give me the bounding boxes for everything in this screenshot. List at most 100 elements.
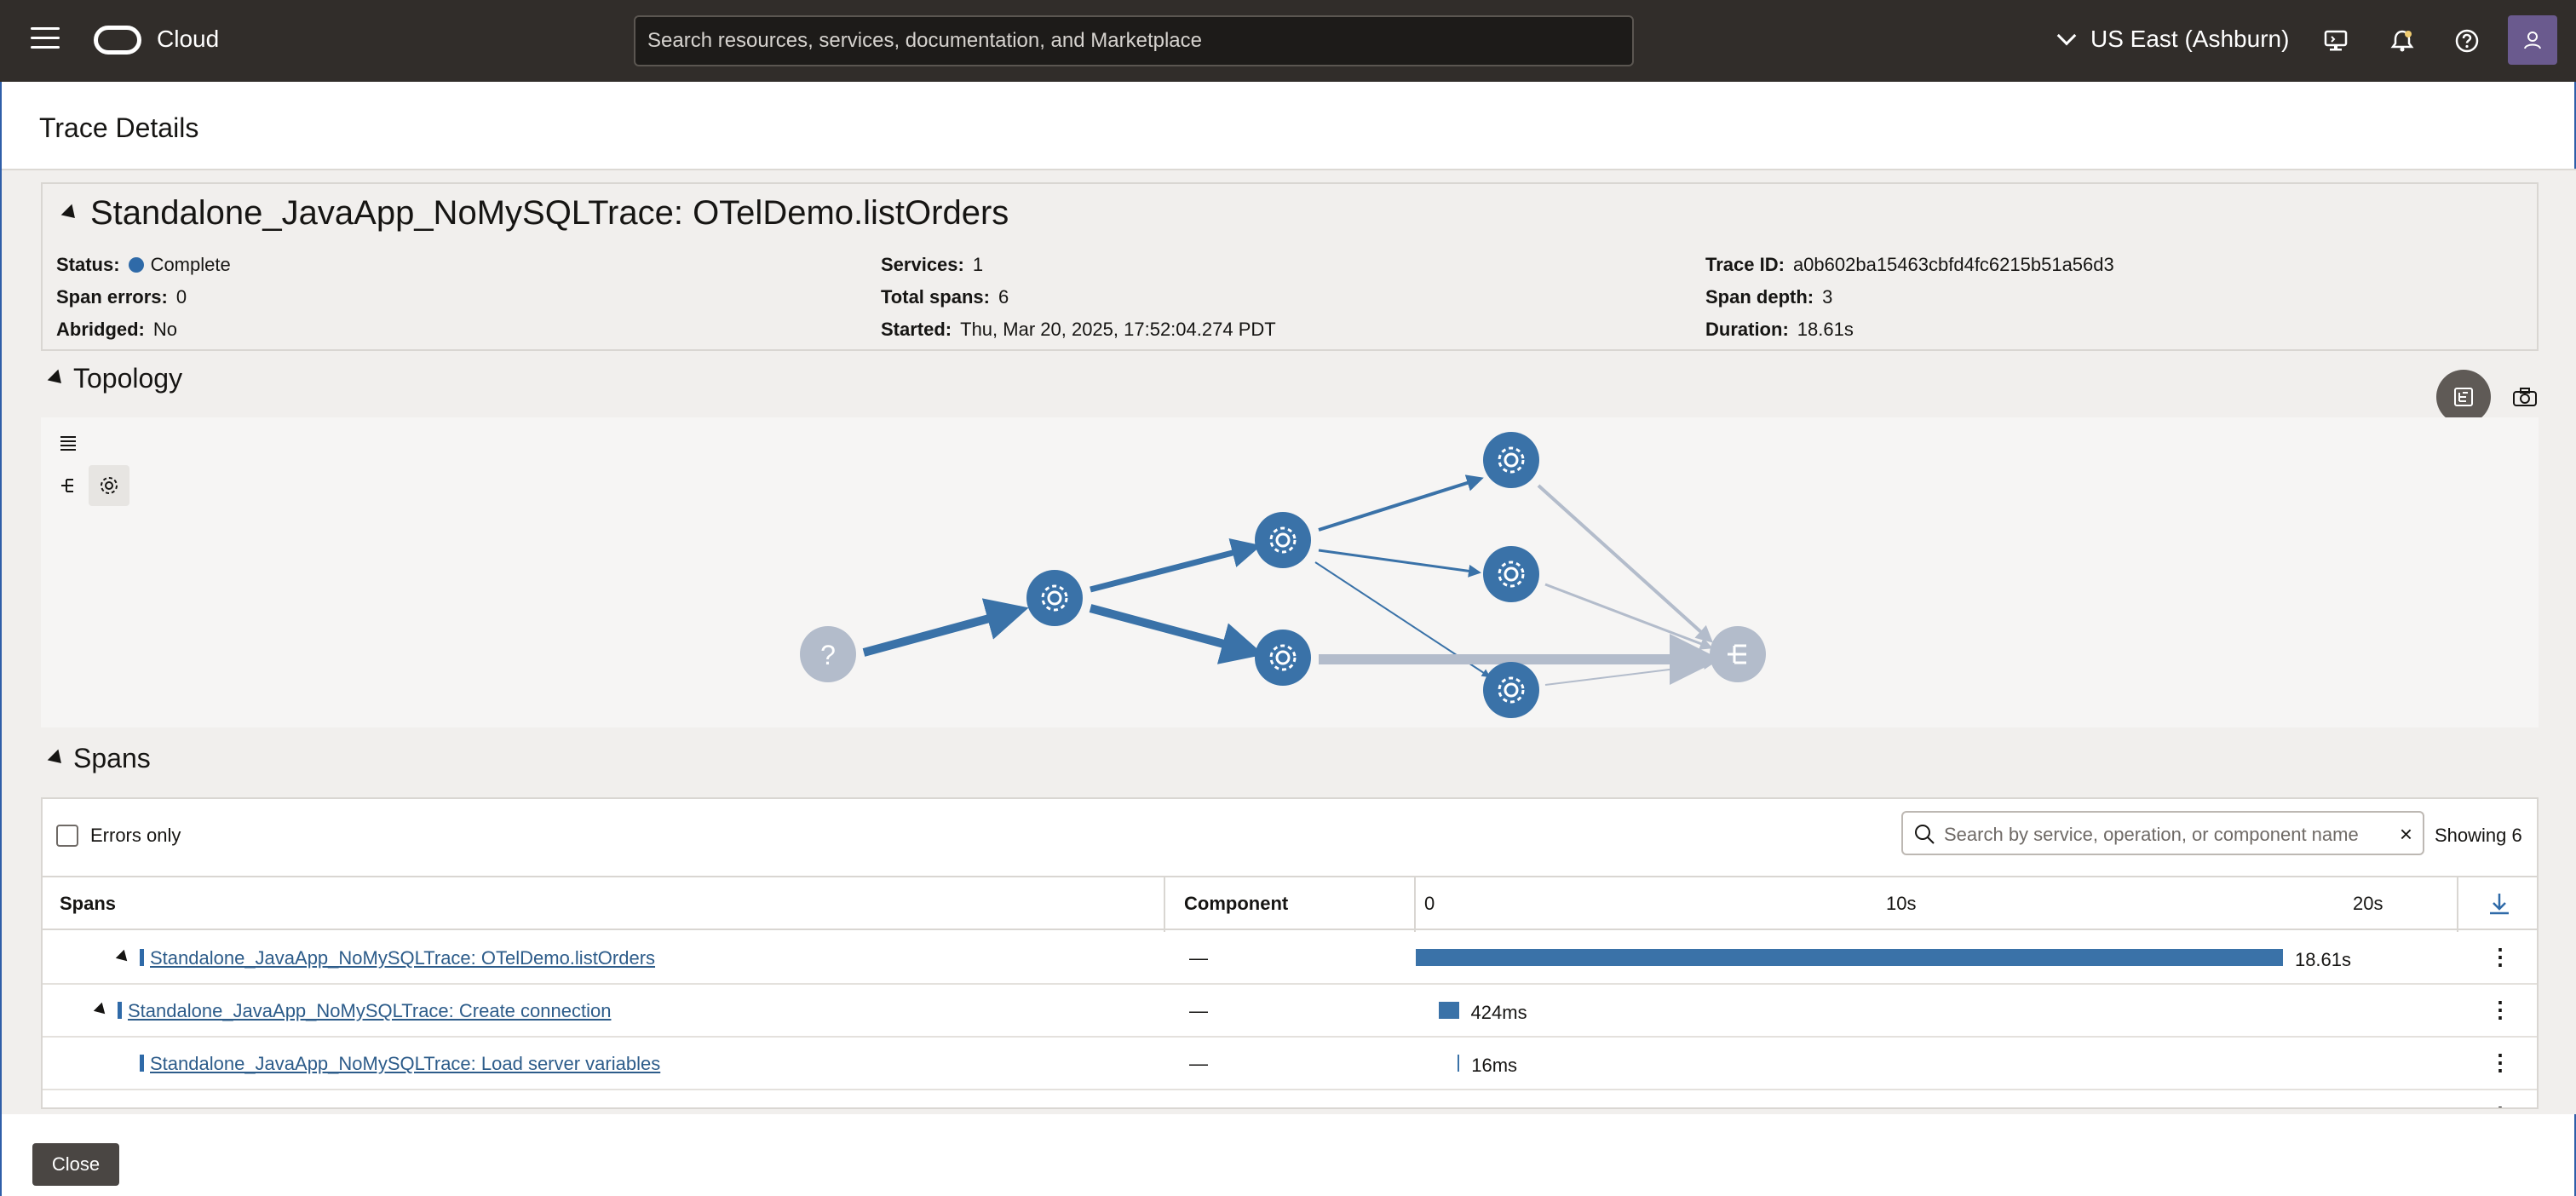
abridged-label: Abridged:: [56, 319, 145, 340]
span-search-placeholder: Search by service, operation, or compone…: [1944, 824, 2359, 845]
edge[interactable]: [862, 598, 1029, 657]
abridged-value: No: [152, 319, 178, 340]
span-duration-bar[interactable]: [1439, 1002, 1459, 1019]
chevron-down-icon: [2056, 26, 2077, 46]
close-button[interactable]: Close: [32, 1143, 119, 1186]
edge[interactable]: [1318, 549, 1481, 578]
topology-heading: Topology: [73, 363, 183, 394]
service-node[interactable]: [1026, 570, 1083, 626]
region-label: US East (Ashburn): [2090, 26, 2290, 52]
spans-heading: Spans: [73, 743, 151, 773]
showing-count: Showing 6: [2435, 825, 2522, 846]
service-node[interactable]: [1483, 432, 1539, 488]
cloud-shell-icon[interactable]: [2319, 24, 2353, 58]
service-node[interactable]: [1483, 662, 1539, 718]
profile-avatar[interactable]: [2508, 15, 2557, 65]
span-search-input[interactable]: Search by service, operation, or compone…: [1901, 811, 2424, 855]
summary-column-2: Services: 1 Total spans: 6 Started: Thu, Ma…: [881, 249, 1276, 346]
summary-column-3: Trace ID: a0b602ba15463cbfd4fc6215b51a56d…: [1705, 249, 2114, 346]
span-marker: [140, 1107, 144, 1109]
row-actions-icon[interactable]: ⋮: [2489, 997, 2511, 1023]
edge[interactable]: [1089, 604, 1264, 664]
span-duration: 16ms: [1471, 1055, 1518, 1076]
collapse-triangle-icon[interactable]: [47, 749, 67, 768]
row-actions-icon[interactable]: ⋮: [2489, 1049, 2511, 1076]
summary-header[interactable]: Standalone_JavaApp_NoMySQLTrace: OTelDem…: [60, 194, 1009, 233]
span-marker: [140, 1055, 144, 1072]
column-spans[interactable]: Spans: [60, 893, 116, 915]
oracle-logo-icon[interactable]: [94, 26, 141, 55]
table-row[interactable]: Standalone_JavaApp_NoMySQLTrace: Load se…: [43, 1038, 2537, 1090]
timeline-tick-10: 10s: [1886, 893, 1917, 914]
span-duration: 424ms: [1470, 1002, 1527, 1023]
service-node[interactable]: [1255, 630, 1311, 686]
trace-details-dialog: Trace Details Standalone_JavaApp_NoMySQL…: [0, 82, 2576, 1196]
clear-search-icon[interactable]: ×: [2400, 821, 2412, 848]
topology-graph: ?: [800, 432, 1766, 718]
trace-title: Standalone_JavaApp_NoMySQLTrace: OTelDem…: [90, 194, 1009, 232]
camera-icon: [2513, 388, 2537, 406]
errors-only-checkbox[interactable]: [56, 825, 78, 847]
span-depth-label: Span depth:: [1705, 286, 1814, 308]
brand-name[interactable]: Cloud: [157, 26, 219, 53]
span-component: —: [1189, 1106, 1208, 1107]
dialog-title: Trace Details: [39, 112, 199, 143]
edge[interactable]: [1537, 484, 1713, 643]
row-actions-icon[interactable]: ⋮: [2489, 1102, 2511, 1107]
global-search-input[interactable]: Search resources, services, documentatio…: [634, 15, 1634, 66]
collapse-triangle-icon[interactable]: [60, 204, 81, 223]
edge[interactable]: [1318, 474, 1484, 532]
summary-column-1: Status: Complete Span errors: 0 Abridged: N…: [56, 249, 231, 346]
trace-id-label: Trace ID:: [1705, 254, 1785, 275]
topology-header[interactable]: Topology: [47, 363, 183, 394]
download-icon[interactable]: [2487, 891, 2511, 917]
expand-toggle-icon[interactable]: [93, 1002, 110, 1019]
hierarchy-icon: [2454, 388, 2473, 406]
column-divider: [2457, 877, 2458, 932]
table-row[interactable]: Standalone_JavaApp_NoMySQLTrace: Create …: [43, 985, 2537, 1038]
expand-toggle-icon[interactable]: [115, 949, 132, 966]
span-name-link[interactable]: Standalone_JavaApp_NoMySQLTrace: OTelDem…: [150, 947, 655, 969]
span-duration-bar[interactable]: [1458, 1055, 1460, 1072]
span-duration-bar[interactable]: [1458, 1107, 1459, 1109]
services-value: 1: [972, 254, 984, 275]
column-divider: [1414, 877, 1416, 932]
unknown-node-glyph: ?: [820, 640, 836, 670]
help-icon[interactable]: [2450, 24, 2484, 58]
topology-view-toggle-button[interactable]: [2436, 370, 2491, 424]
table-row[interactable]: Standalone_JavaApp_NoMySQLTrace: OTelDem…: [43, 932, 2537, 985]
span-duration: 18.61s: [2294, 949, 2352, 970]
span-marker: [140, 949, 144, 966]
span-component: —: [1189, 1053, 1208, 1074]
trace-id-value: a0b602ba15463cbfd4fc6215b51a56d3: [1792, 254, 2114, 275]
table-row[interactable]: Standalone_JavaApp_NoMySQLTrace: Set var…: [43, 1090, 2537, 1109]
edge[interactable]: [1090, 538, 1262, 593]
span-depth-value: 3: [1822, 286, 1833, 308]
column-component[interactable]: Component: [1184, 893, 1288, 915]
edge[interactable]: [1544, 583, 1713, 650]
collapse-triangle-icon[interactable]: [47, 369, 67, 388]
unknown-node[interactable]: ?: [800, 626, 856, 682]
menu-icon[interactable]: [31, 27, 60, 53]
row-actions-icon[interactable]: ⋮: [2489, 944, 2511, 970]
span-errors-label: Span errors:: [56, 286, 168, 308]
service-node[interactable]: [1255, 512, 1311, 568]
service-node[interactable]: [1483, 546, 1539, 602]
status-label: Status:: [56, 254, 120, 275]
screenshot-button[interactable]: [2508, 380, 2542, 414]
span-component: —: [1189, 1000, 1208, 1021]
edge[interactable]: [1544, 661, 1712, 686]
trace-summary-panel: Standalone_JavaApp_NoMySQLTrace: OTelDem…: [41, 182, 2539, 351]
notifications-icon[interactable]: [2385, 24, 2419, 58]
span-name-link[interactable]: Standalone_JavaApp_NoMySQLTrace: Set var…: [150, 1106, 692, 1107]
region-selector[interactable]: US East (Ashburn): [2056, 26, 2290, 53]
span-name-link[interactable]: Standalone_JavaApp_NoMySQLTrace: Load se…: [150, 1053, 660, 1075]
endpoint-node[interactable]: [1710, 626, 1766, 682]
span-duration-bar[interactable]: [1416, 949, 2283, 966]
spans-header[interactable]: Spans: [47, 743, 151, 774]
status-dot-icon: [128, 257, 144, 273]
topology-canvas[interactable]: ?: [41, 417, 2539, 727]
user-icon: [2524, 32, 2541, 49]
duration-label: Duration:: [1705, 319, 1789, 340]
span-name-link[interactable]: Standalone_JavaApp_NoMySQLTrace: Create …: [128, 1000, 611, 1022]
